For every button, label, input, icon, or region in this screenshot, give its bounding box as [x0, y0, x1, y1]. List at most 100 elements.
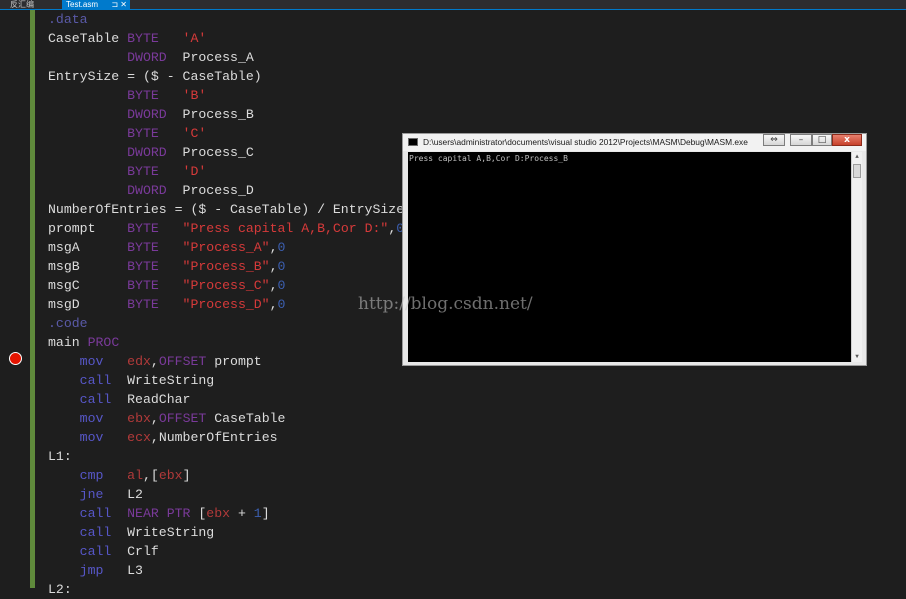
code-token: ebx	[206, 506, 231, 521]
change-tracking-bar	[30, 10, 35, 588]
code-token: DWORD	[127, 107, 167, 122]
code-line[interactable]: call ReadChar	[48, 390, 398, 409]
code-token: edx	[127, 354, 151, 369]
code-line[interactable]: prompt BYTE "Press capital A,B,Cor D:",0	[48, 219, 404, 238]
code-token: 'D'	[182, 164, 207, 179]
tab-test-asm-label: Test.asm	[66, 0, 99, 9]
code-token: mov	[79, 354, 104, 369]
minimize-button[interactable]: –	[790, 134, 812, 146]
code-token: L2:	[48, 582, 72, 597]
code-token: mov	[79, 411, 104, 426]
breakpoint-icon[interactable]	[9, 352, 22, 365]
code-token: ,	[269, 259, 278, 274]
code-token: CaseTable	[48, 31, 128, 46]
scroll-thumb[interactable]	[853, 164, 861, 178]
code-token: ,[	[142, 468, 159, 483]
code-editor[interactable]: .data CaseTable BYTE 'A' DWORD Process_A E…	[48, 10, 404, 599]
code-token: ReadChar	[111, 392, 191, 407]
code-token: 'C'	[182, 126, 207, 141]
code-line[interactable]: cmp al,[ebx]	[48, 466, 398, 485]
code-line[interactable]: jne L2	[48, 485, 398, 504]
tab-test-asm[interactable]: Test.asm ⊐ ✕	[62, 0, 130, 9]
maximize-button[interactable]: □	[812, 134, 832, 146]
code-line[interactable]: jmp L3	[48, 561, 398, 580]
pin-icon[interactable]: ⊐	[111, 0, 118, 9]
code-line[interactable]: msgC BYTE "Process_C",0	[48, 276, 398, 295]
code-line[interactable]: call NEAR PTR [ebx + 1]	[48, 504, 398, 523]
close-icon[interactable]: ✕	[120, 0, 127, 9]
code-token: msgD	[48, 297, 128, 312]
code-line[interactable]: main PROC	[48, 333, 398, 352]
code-line[interactable]: .code	[48, 314, 398, 333]
code-line[interactable]: EntrySize = ($ - CaseTable)	[48, 67, 398, 86]
code-token: jne	[79, 487, 104, 502]
code-token: call	[79, 506, 112, 521]
watermark: http://blog.csdn.net/	[358, 294, 533, 314]
code-token: BYTE	[127, 297, 159, 312]
resize-button[interactable]: ⇔	[763, 134, 785, 146]
code-token: DWORD	[127, 145, 167, 160]
code-line[interactable]: NumberOfEntries = ($ - CaseTable) / Entr…	[48, 200, 404, 219]
code-line[interactable]: mov ebx,OFFSET CaseTable	[48, 409, 398, 428]
code-line[interactable]: msgA BYTE "Process_A",0	[48, 238, 398, 257]
code-token: mov	[79, 430, 104, 445]
code-token: ]	[182, 468, 191, 483]
code-token: NumberOfEntries = ($ - CaseTable) / Entr…	[48, 202, 405, 217]
code-token: Process_C	[166, 145, 254, 160]
code-token: BYTE	[127, 88, 159, 103]
document-tab-strip: 反汇编 Test.asm ⊐ ✕	[0, 0, 906, 10]
code-line[interactable]: call WriteString	[48, 371, 398, 390]
code-token: ebx	[158, 468, 183, 483]
tab-disassembly[interactable]: 反汇编	[6, 0, 38, 9]
code-line[interactable]: DWORD Process_C	[48, 143, 398, 162]
console-titlebar[interactable]: D:\users\administrator\documents\visual …	[403, 134, 866, 151]
code-line[interactable]: DWORD Process_D	[48, 181, 398, 200]
code-line[interactable]: DWORD Process_B	[48, 105, 398, 124]
code-token: ,	[150, 411, 159, 426]
code-line[interactable]: msgD BYTE "Process_D",0	[48, 295, 398, 314]
indicator-margin[interactable]	[0, 10, 34, 588]
close-button[interactable]: x	[832, 134, 862, 146]
code-line[interactable]: .data	[48, 10, 398, 29]
console-window[interactable]: D:\users\administrator\documents\visual …	[402, 133, 867, 366]
code-token: OFFSET	[158, 411, 207, 426]
code-token: 1	[253, 506, 262, 521]
code-line[interactable]: BYTE 'B'	[48, 86, 398, 105]
code-line[interactable]: call WriteString	[48, 523, 398, 542]
code-token: cmp	[79, 468, 104, 483]
code-token: ,	[269, 240, 278, 255]
console-scrollbar[interactable]: ▲ ▼	[851, 152, 862, 362]
code-token: ,	[269, 278, 278, 293]
code-token: 0	[277, 240, 286, 255]
code-line[interactable]: msgB BYTE "Process_B",0	[48, 257, 398, 276]
code-token: BYTE	[127, 240, 159, 255]
code-line[interactable]: L1:	[48, 447, 398, 466]
code-line[interactable]: DWORD Process_A	[48, 48, 398, 67]
code-line[interactable]: BYTE 'C'	[48, 124, 398, 143]
code-line[interactable]: BYTE 'D'	[48, 162, 398, 181]
scroll-down-icon[interactable]: ▼	[852, 352, 862, 362]
code-line[interactable]: mov edx,OFFSET prompt	[48, 352, 398, 371]
code-line[interactable]: mov ecx,NumberOfEntries	[48, 428, 398, 447]
scroll-up-icon[interactable]: ▲	[852, 152, 862, 162]
code-line[interactable]: L2:	[48, 580, 398, 599]
code-line[interactable]: CaseTable BYTE 'A'	[48, 29, 398, 48]
console-output-area[interactable]: Press capital A,B,Cor D:Process_B	[408, 152, 851, 362]
code-line[interactable]: call Crlf	[48, 542, 398, 561]
code-token: ]	[261, 506, 270, 521]
